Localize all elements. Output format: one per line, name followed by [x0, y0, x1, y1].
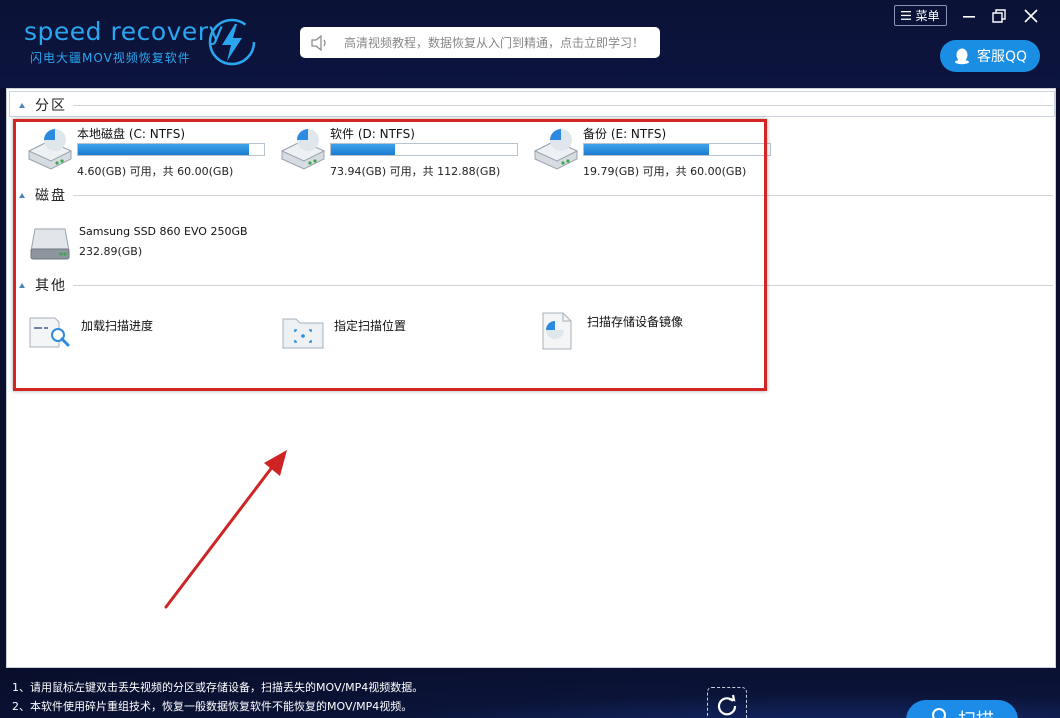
tip-line: 2、本软件使用碎片重组技术，恢复一般数据恢复软件不能恢复的MOV/MP4视频。: [12, 700, 413, 713]
annotation-arrow: [164, 450, 287, 609]
scan-label: 扫描: [958, 706, 994, 718]
usage-tips: 1、请用鼠标左键双击丢失视频的分区或存储设备，扫描丢失的MOV/MP4视频数据。…: [12, 678, 423, 716]
refresh-button[interactable]: [707, 687, 747, 718]
scan-button[interactable]: 扫描: [906, 700, 1018, 718]
search-icon: [932, 708, 946, 718]
footer-bar: 1、请用鼠标左键双击丢失视频的分区或存储设备，扫描丢失的MOV/MP4视频数据。…: [0, 668, 1060, 718]
tip-line: 1、请用鼠标左键双击丢失视频的分区或存储设备，扫描丢失的MOV/MP4视频数据。: [12, 681, 424, 694]
refresh-icon: [717, 694, 737, 716]
